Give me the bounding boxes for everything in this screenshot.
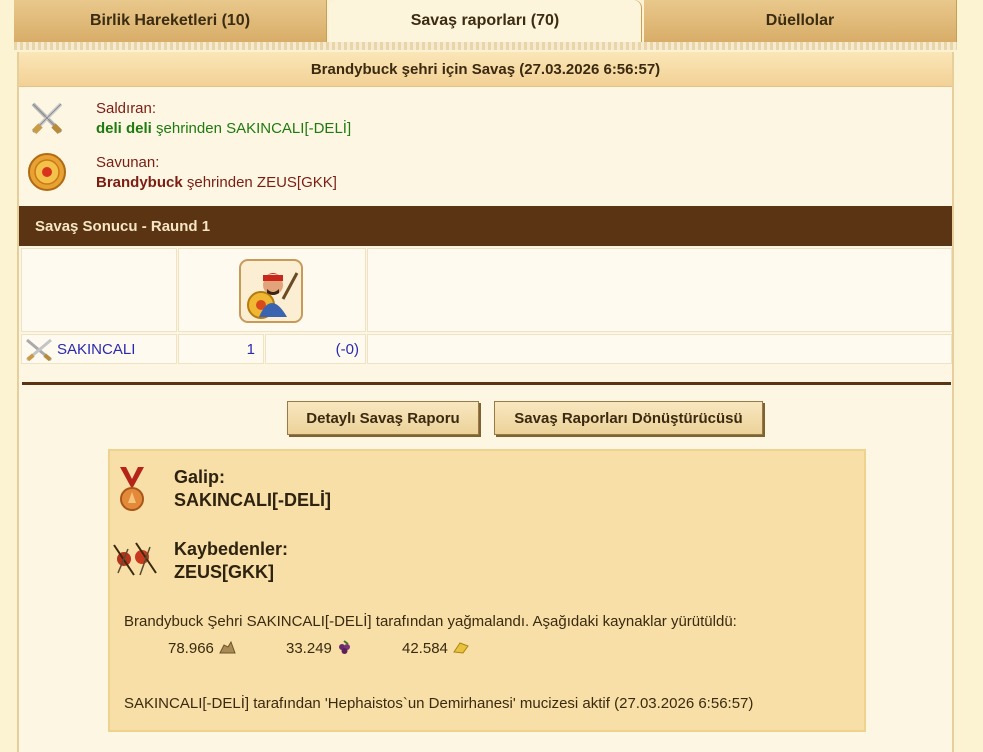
unit-loss: (-0) — [335, 341, 359, 358]
attacker-name-link[interactable]: SAKINCALI — [57, 341, 135, 358]
section-divider — [22, 382, 951, 385]
defender-label: Savunan: — [96, 154, 160, 171]
unit-count-cell: 1 — [178, 334, 264, 364]
miracle-text: SAKINCALI[-DELİ] tarafından 'Hephaistos`… — [124, 695, 754, 712]
tab-duels[interactable]: Düellolar — [644, 0, 957, 42]
defender-line: Brandybuck şehrinden ZEUS[GKK] — [96, 174, 337, 191]
gold-icon — [453, 642, 469, 654]
crossed-swords-icon — [31, 102, 63, 134]
table-filler-cell — [367, 334, 952, 364]
resource-gold: 42.584 — [402, 640, 470, 657]
attacker-info: Saldıran: deli deli şehrinden SAKINCALI[… — [19, 90, 952, 142]
fallen-soldiers-icon — [113, 542, 157, 576]
loser-name[interactable]: ZEUS[GKK] — [174, 562, 274, 583]
crossed-swords-icon — [26, 338, 52, 362]
hero-portrait-icon[interactable] — [239, 259, 303, 323]
defender-city-link[interactable]: Brandybuck — [96, 174, 183, 191]
table-row: SAKINCALI — [21, 334, 177, 364]
resource-wine: 33.249 — [286, 640, 354, 657]
medal-icon — [120, 467, 144, 511]
battle-report-panel: Brandybuck şehri için Savaş (27.03.2026 … — [17, 52, 954, 752]
resource-wine-amount: 33.249 — [286, 640, 332, 657]
resource-stone: 78.966 — [168, 640, 236, 657]
table-filler-cell — [367, 248, 952, 332]
attacker-line: deli deli şehrinden SAKINCALI[-DELİ] — [96, 120, 351, 137]
unit-count: 1 — [246, 341, 255, 358]
resource-stone-amount: 78.966 — [168, 640, 214, 657]
attacker-label: Saldıran: — [96, 100, 157, 117]
resource-gold-amount: 42.584 — [402, 640, 448, 657]
tab-divider — [14, 42, 957, 50]
detailed-report-button[interactable]: Detaylı Savaş Raporu — [287, 401, 479, 435]
unit-loss-cell: (-0) — [265, 334, 366, 364]
tab-bar: Birlik Hareketleri (10) Savaş raporları … — [14, 0, 957, 42]
losers-label: Kaybedenler: — [174, 539, 289, 559]
wine-icon — [339, 640, 351, 654]
tab-unit-movements[interactable]: Birlik Hareketleri (10) — [14, 0, 327, 42]
hero-cell — [178, 248, 366, 332]
result-header: Savaş Sonucu - Raund 1 — [19, 206, 952, 246]
shield-icon — [28, 153, 66, 191]
defender-player-text[interactable]: şehrinden ZEUS[GKK] — [183, 174, 337, 191]
tab-battle-reports[interactable]: Savaş raporları (70) — [329, 0, 642, 42]
stone-icon — [219, 640, 236, 654]
attacker-player-text[interactable]: şehrinden SAKINCALI[-DELİ] — [152, 120, 351, 137]
battle-outcome-box: Galip: SAKINCALI[-DELİ] Kaybedenler: ZEU… — [108, 449, 866, 732]
defender-info: Savunan: Brandybuck şehrinden ZEUS[GKK] — [19, 144, 952, 196]
attacker-city-link[interactable]: deli deli — [96, 120, 152, 137]
report-converter-button[interactable]: Savaş Raporları Dönüştürücüsü — [494, 401, 763, 435]
table-empty-cell — [21, 248, 177, 332]
winner-name[interactable]: SAKINCALI[-DELİ] — [174, 490, 331, 511]
loot-text: Brandybuck Şehri SAKINCALI[-DELİ] tarafı… — [124, 613, 737, 630]
winner-label: Galip: — [174, 467, 226, 487]
report-title: Brandybuck şehri için Savaş (27.03.2026 … — [19, 52, 952, 87]
